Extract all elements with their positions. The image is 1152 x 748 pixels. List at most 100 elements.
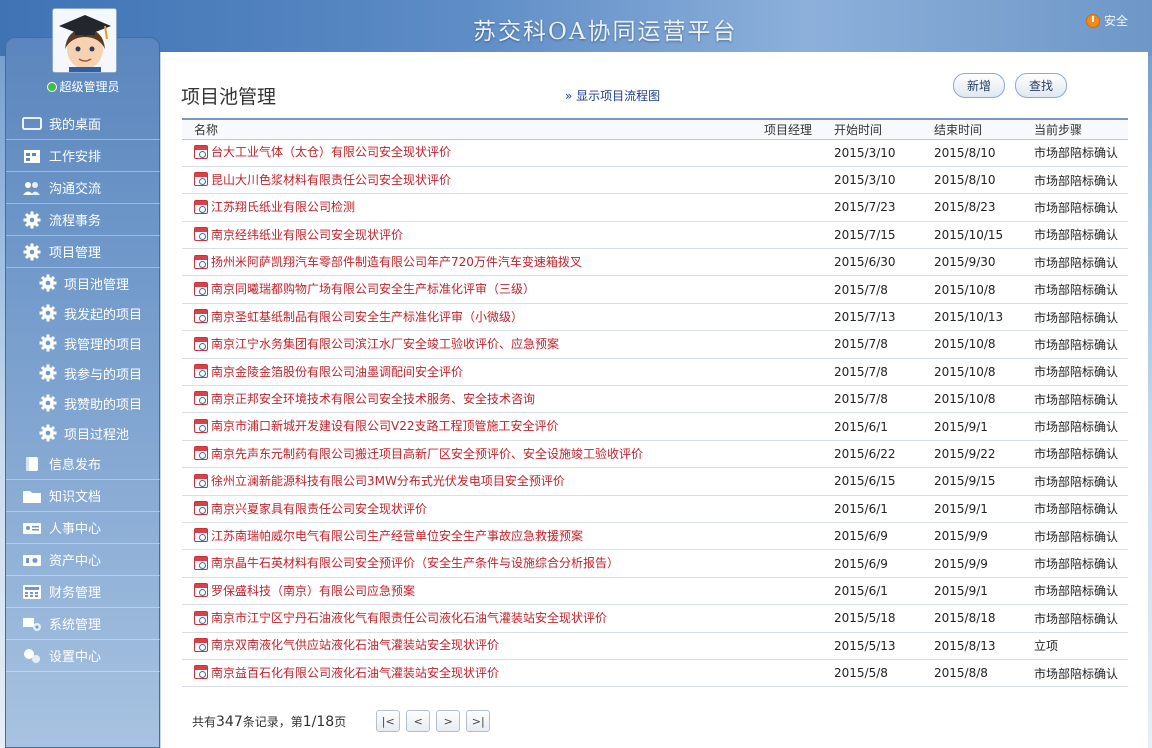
sidebar-item-label: 我管理的项目	[64, 337, 143, 353]
show-flowchart-link[interactable]: » 显示项目流程图	[565, 87, 660, 104]
project-link[interactable]: 扬州米阿萨凯翔汽车零部件制造有限公司年产720万件汽车变速箱拨叉	[194, 253, 582, 270]
cell-current-step: 市场部陪标确认	[1022, 385, 1128, 414]
project-link[interactable]: 南京正邦安全环境技术有限公司安全技术服务、安全技术咨询	[194, 390, 535, 407]
cell-project-name: 南京经纬纸业有限公司安全现状评价	[182, 221, 752, 250]
project-link[interactable]: 台大工业气体（太仓）有限公司安全现状评价	[194, 143, 451, 160]
sidebar-item[interactable]: 我赞助的项目	[6, 388, 161, 418]
sidebar-item[interactable]: 我管理的项目	[6, 328, 161, 358]
table-row[interactable]: 江苏翔氏纸业有限公司检测 2015/7/23 2015/8/23 市场部陪标确认	[182, 193, 1128, 222]
table-row[interactable]: 南京金陵金箔股份有限公司油墨调配间安全评价 2015/7/8 2015/10/8 市场…	[182, 358, 1128, 387]
monitor-icon	[22, 115, 42, 133]
sidebar-item[interactable]: 系统管理	[6, 608, 161, 640]
project-link[interactable]: 南京经纬纸业有限公司安全现状评价	[194, 226, 403, 243]
sidebar-item[interactable]: 项目池管理	[6, 268, 161, 298]
add-button[interactable]: 新增	[953, 73, 1005, 98]
project-link[interactable]: 南京兴夏家具有限责任公司安全现状评价	[194, 500, 427, 517]
total-records: 347	[216, 713, 243, 730]
cell-end-date: 2015/10/8	[922, 330, 1022, 359]
project-link[interactable]: 南京双南液化气供应站液化石油气灌装站安全现状评价	[194, 636, 499, 653]
header-start-date[interactable]: 开始时间	[822, 118, 922, 140]
sidebar-item[interactable]: 设置中心	[6, 640, 161, 672]
calculator-icon	[22, 583, 42, 601]
table-row[interactable]: 徐州立澜新能源科技有限公司3MW分布式光伏发电项目安全预评价 2015/6/15 2…	[182, 467, 1128, 496]
prev-page-button[interactable]: <	[406, 710, 431, 732]
table-row[interactable]: 南京江宁水务集团有限公司滨江水厂安全竣工验收评价、应急预案 2015/7/8 201…	[182, 330, 1128, 359]
project-link[interactable]: 南京先声东元制药有限公司搬迁项目高新厂区安全预评价、安全设施竣工验收评价	[194, 445, 643, 462]
header-name[interactable]: 名称	[182, 118, 752, 140]
last-page-button[interactable]: >|	[466, 710, 491, 732]
project-link[interactable]: 南京晶牛石英材料有限公司安全预评价（安全生产条件与设施综合分析报告）	[194, 554, 619, 571]
project-link[interactable]: 罗保盛科技（南京）有限公司应急预案	[194, 582, 415, 599]
cell-start-date: 2015/6/22	[822, 440, 922, 469]
sidebar-item[interactable]: 人事中心	[6, 512, 161, 544]
settings-icon	[22, 647, 42, 665]
find-button[interactable]: 查找	[1015, 73, 1067, 98]
sidebar-item[interactable]: 知识文档	[6, 480, 161, 512]
logout-button[interactable]: 安全	[1085, 12, 1128, 29]
project-name: 江苏翔氏纸业有限公司检测	[211, 200, 356, 215]
table-row[interactable]: 罗保盛科技（南京）有限公司应急预案 2015/6/1 2015/9/1 市场部陪标确认	[182, 577, 1128, 606]
header-manager[interactable]: 项目经理	[752, 118, 822, 140]
table-row[interactable]: 南京经纬纸业有限公司安全现状评价 2015/7/15 2015/10/15 市场部陪标…	[182, 221, 1128, 250]
sidebar-item[interactable]: 沟通交流	[6, 172, 161, 204]
table-row[interactable]: 南京正邦安全环境技术有限公司安全技术服务、安全技术咨询 2015/7/8 2015/…	[182, 385, 1128, 414]
table-row[interactable]: 扬州米阿萨凯翔汽车零部件制造有限公司年产720万件汽车变速箱拨叉 2015/6/3…	[182, 248, 1128, 277]
project-link[interactable]: 南京市江宁区宁丹石油液化气有限责任公司液化石油气灌装站安全现状评价	[194, 609, 607, 626]
table-row[interactable]: 南京双南液化气供应站液化石油气灌装站安全现状评价 2015/5/13 2015/8/…	[182, 632, 1128, 660]
header-end-date[interactable]: 结束时间	[922, 118, 1022, 140]
sidebar-item[interactable]: 项目过程池	[6, 418, 161, 448]
project-link[interactable]: 徐州立澜新能源科技有限公司3MW分布式光伏发电项目安全预评价	[194, 472, 565, 489]
top-header: 苏交科OA协同运营平台 安全	[0, 0, 1152, 56]
table-row[interactable]: 台大工业气体（太仓）有限公司安全现状评价 2015/3/10 2015/8/10 市场…	[182, 139, 1128, 167]
calendar-clock-icon	[194, 199, 208, 214]
project-link[interactable]: 南京江宁水务集团有限公司滨江水厂安全竣工验收评价、应急预案	[194, 335, 559, 352]
pagination-mid: 条记录，第	[242, 714, 303, 729]
project-name: 徐州立澜新能源科技有限公司3MW分布式光伏发电项目安全预评价	[211, 474, 565, 489]
project-link[interactable]: 南京益百石化有限公司液化石油气灌装站安全现状评价	[194, 664, 499, 681]
cell-current-step: 市场部陪标确认	[1022, 358, 1128, 387]
cell-project-name: 南京正邦安全环境技术有限公司安全技术服务、安全技术咨询	[182, 385, 752, 414]
table-row[interactable]: 南京圣虹基纸制品有限公司安全生产标准化评审（小微级） 2015/7/13 2015/…	[182, 303, 1128, 332]
sidebar-item[interactable]: 信息发布	[6, 448, 161, 480]
table-row[interactable]: 南京益百石化有限公司液化石油气灌装站安全现状评价 2015/5/8 2015/8/8…	[182, 659, 1128, 688]
cell-manager	[752, 467, 822, 496]
assets-icon	[22, 551, 42, 569]
sidebar-item[interactable]: 我参与的项目	[6, 358, 161, 388]
next-page-button[interactable]: >	[436, 710, 461, 732]
logout-label: 安全	[1103, 14, 1128, 28]
project-link[interactable]: 昆山大川色浆材料有限责任公司安全现状评价	[194, 171, 451, 188]
project-name: 南京兴夏家具有限责任公司安全现状评价	[211, 501, 428, 516]
first-page-button[interactable]: |<	[376, 710, 401, 732]
table-row[interactable]: 南京市江宁区宁丹石油液化气有限责任公司液化石油气灌装站安全现状评价 2015/5/…	[182, 604, 1128, 633]
table-row[interactable]: 南京先声东元制药有限公司搬迁项目高新厂区安全预评价、安全设施竣工验收评价 2015…	[182, 440, 1128, 469]
project-name: 南京江宁水务集团有限公司滨江水厂安全竣工验收评价、应急预案	[211, 337, 560, 352]
sidebar-item[interactable]: 我的桌面	[6, 108, 161, 140]
cell-manager	[752, 632, 822, 660]
sidebar-item[interactable]: 资产中心	[6, 544, 161, 576]
table-row[interactable]: 南京兴夏家具有限责任公司安全现状评价 2015/6/1 2015/9/1 市场部陪标确…	[182, 495, 1128, 523]
sidebar-item-label: 项目管理	[49, 246, 102, 261]
table-row[interactable]: 昆山大川色浆材料有限责任公司安全现状评价 2015/3/10 2015/8/10 市场…	[182, 166, 1128, 195]
sidebar-item[interactable]: 项目管理	[6, 236, 161, 268]
project-link[interactable]: 南京金陵金箔股份有限公司油墨调配间安全评价	[194, 363, 463, 380]
project-link[interactable]: 江苏南瑞帕威尔电气有限公司生产经营单位安全生产事故应急救援预案	[194, 527, 583, 544]
header-current-step[interactable]: 当前步骤	[1022, 118, 1128, 140]
project-link[interactable]: 南京同曦瑞都购物广场有限公司安全生产标准化评审（三级）	[194, 280, 535, 297]
sidebar-item[interactable]: 工作安排	[6, 140, 161, 172]
table-row[interactable]: 南京市浦口新城开发建设有限公司V22支路工程顶管施工安全评价 2015/6/1 20…	[182, 412, 1128, 441]
cell-current-step: 市场部陪标确认	[1022, 412, 1128, 441]
project-link[interactable]: 南京圣虹基纸制品有限公司安全生产标准化评审（小微级）	[194, 308, 523, 325]
gear-icon	[22, 243, 42, 261]
sidebar-item[interactable]: 我发起的项目	[6, 298, 161, 328]
table-row[interactable]: 南京晶牛石英材料有限公司安全预评价（安全生产条件与设施综合分析报告） 2015/6…	[182, 549, 1128, 578]
project-link[interactable]: 江苏翔氏纸业有限公司检测	[194, 198, 355, 215]
cell-end-date: 2015/9/22	[922, 440, 1022, 469]
avatar[interactable]	[52, 8, 117, 73]
cell-start-date: 2015/3/10	[822, 139, 922, 167]
sidebar-item[interactable]: 财务管理	[6, 576, 161, 608]
project-link[interactable]: 南京市浦口新城开发建设有限公司V22支路工程顶管施工安全评价	[194, 417, 558, 434]
table-row[interactable]: 江苏南瑞帕威尔电气有限公司生产经营单位安全生产事故应急救援预案 2015/6/9 2…	[182, 522, 1128, 551]
sidebar-item[interactable]: 流程事务	[6, 204, 161, 236]
table-row[interactable]: 南京同曦瑞都购物广场有限公司安全生产标准化评审（三级） 2015/7/8 2015/…	[182, 275, 1128, 304]
cell-start-date: 2015/7/23	[822, 193, 922, 222]
